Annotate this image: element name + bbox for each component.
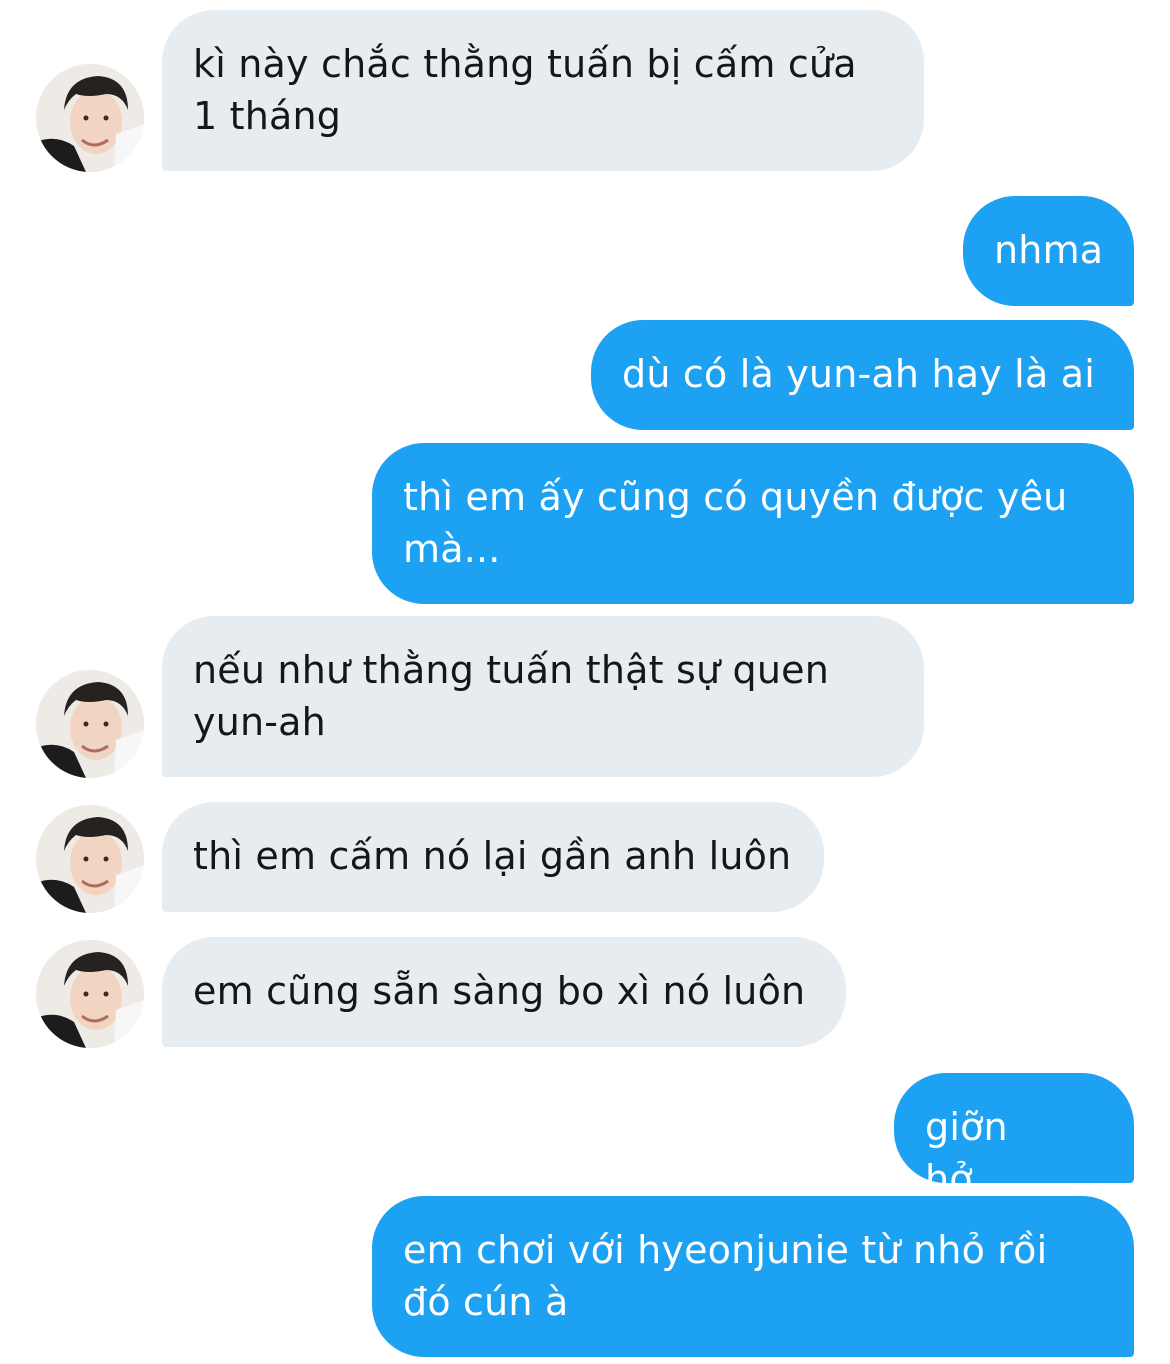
- avatar-photo-icon: [36, 670, 144, 778]
- incoming-message-bubble[interactable]: nếu như thằng tuấn thật sự quen yun-ah: [162, 616, 924, 777]
- contact-avatar[interactable]: [36, 670, 144, 778]
- message-thread: kì này chắc thằng tuấn bị cấm cửa 1 thán…: [0, 0, 1170, 1364]
- avatar-photo-icon: [36, 805, 144, 913]
- contact-avatar[interactable]: [36, 940, 144, 1048]
- outgoing-message-bubble[interactable]: giỡn hở...: [894, 1073, 1134, 1201]
- contact-avatar[interactable]: [36, 805, 144, 913]
- avatar-photo-icon: [36, 64, 144, 172]
- outgoing-message-bubble[interactable]: nhma: [963, 196, 1134, 306]
- incoming-message-bubble[interactable]: em cũng sẵn sàng bo xì nó luôn: [162, 937, 846, 1047]
- outgoing-message-bubble[interactable]: thì em ấy cũng có quyền được yêu mà...: [372, 443, 1134, 604]
- avatar-photo-icon: [36, 940, 144, 1048]
- contact-avatar[interactable]: [36, 64, 144, 172]
- incoming-message-bubble[interactable]: thì em cấm nó lại gần anh luôn: [162, 802, 824, 912]
- outgoing-message-bubble[interactable]: em chơi với hyeonjunie từ nhỏ rồi đó cún…: [372, 1196, 1134, 1357]
- incoming-message-bubble[interactable]: kì này chắc thằng tuấn bị cấm cửa 1 thán…: [162, 10, 924, 171]
- outgoing-message-bubble[interactable]: dù có là yun-ah hay là ai: [591, 320, 1134, 430]
